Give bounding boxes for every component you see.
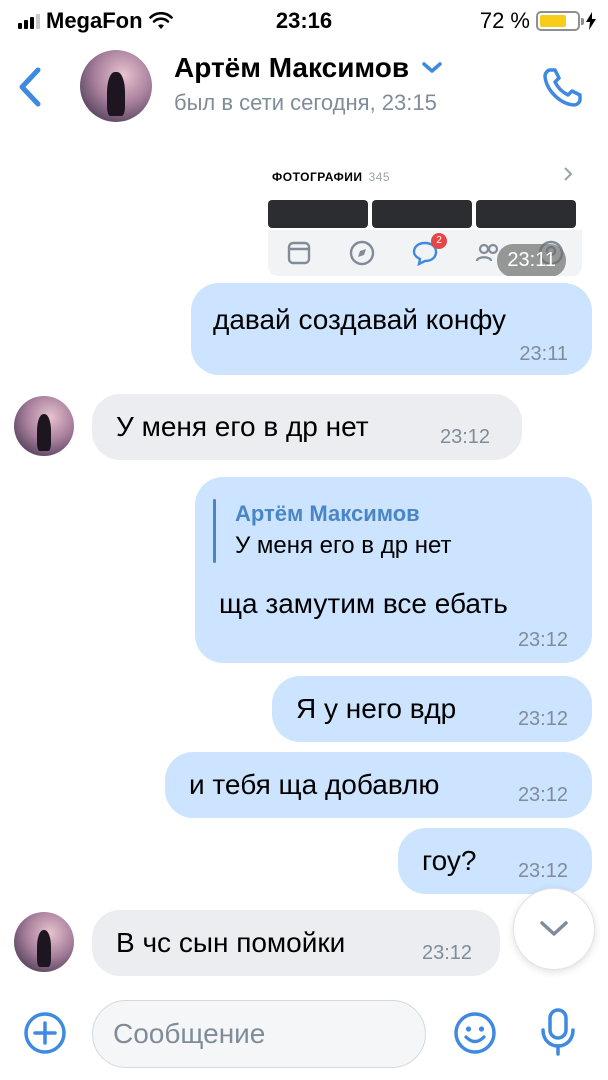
message-text: ща замутим все ебать [219,588,508,619]
message-time: 23:12 [422,942,473,964]
message-time: 23:11 [519,343,568,365]
attachment-time: 23:11 [497,244,566,276]
outgoing-message[interactable]: и тебя ща добавлю 23:12 [165,752,592,818]
photo-thumbnail [268,200,368,228]
plus-icon[interactable] [22,1010,68,1056]
message-time: 23:12 [517,708,568,730]
avatar[interactable] [14,396,74,456]
unread-badge: 2 [430,233,447,249]
outgoing-message[interactable]: Я у него вдр 23:12 [272,676,592,742]
scroll-down-button[interactable] [513,888,595,970]
attachment-count: 345 [368,170,391,184]
message-text: Я у него вдр [296,693,457,724]
chevron-right-icon [564,167,573,181]
chevron-down-icon [540,921,568,936]
chevron-down-icon[interactable] [421,61,443,75]
avatar[interactable] [14,912,74,972]
outgoing-message[interactable]: гоу? 23:12 [398,828,592,894]
battery-percent: 72 % [479,8,530,33]
messages-tab: 2 [411,233,447,267]
status-bar: MegaFon 23:16 72 % [0,0,608,40]
outgoing-message[interactable]: Артём Максимов У меня его в др нет ща за… [195,477,592,663]
compass-icon [349,240,375,266]
photo-thumbnails [268,200,576,228]
message-time: 23:12 [440,426,491,448]
emoji-icon[interactable] [452,1010,498,1056]
message-time: 23:12 [517,629,568,651]
news-icon [288,241,311,265]
reply-author: Артём Максимов [235,501,420,526]
chevron-left-icon[interactable] [14,62,48,112]
online-status: был в сети сегодня, 23:15 [174,90,437,115]
avatar[interactable] [80,50,152,122]
contact-name[interactable]: Артём Максимов [174,52,443,84]
photo-thumbnail [476,200,576,228]
incoming-message[interactable]: У меня его в др нет 23:12 [92,394,522,460]
reply-quote-bar [213,499,216,563]
message-time: 23:12 [517,784,568,806]
message-text: давай создавай конфу [213,304,507,335]
incoming-message[interactable]: В чс сын помойки 23:12 [92,910,500,976]
message-time: 23:12 [517,860,568,882]
battery-icon [536,11,584,31]
photo-attachment[interactable]: ФОТОГРАФИИ 345 2 23:11 [268,152,582,276]
chat-header: Артём Максимов был в сети сегодня, 23:15 [0,40,608,136]
message-text: гоу? [422,845,477,876]
reply-text: У меня его в др нет [235,532,452,559]
message-input[interactable] [92,1000,426,1068]
attachment-title: ФОТОГРАФИИ 345 [272,170,391,184]
contact-name-text: Артём Максимов [174,52,410,83]
message-composer [0,990,608,1080]
photo-thumbnail [372,200,472,228]
microphone-icon[interactable] [538,1006,578,1058]
message-text: и тебя ща добавлю [189,769,440,800]
charging-icon [586,12,596,30]
phone-icon[interactable] [540,64,586,110]
message-text: У меня его в др нет [116,411,369,442]
outgoing-message[interactable]: давай создавай конфу 23:11 [191,283,592,375]
message-text: В чс сын помойки [116,927,346,958]
